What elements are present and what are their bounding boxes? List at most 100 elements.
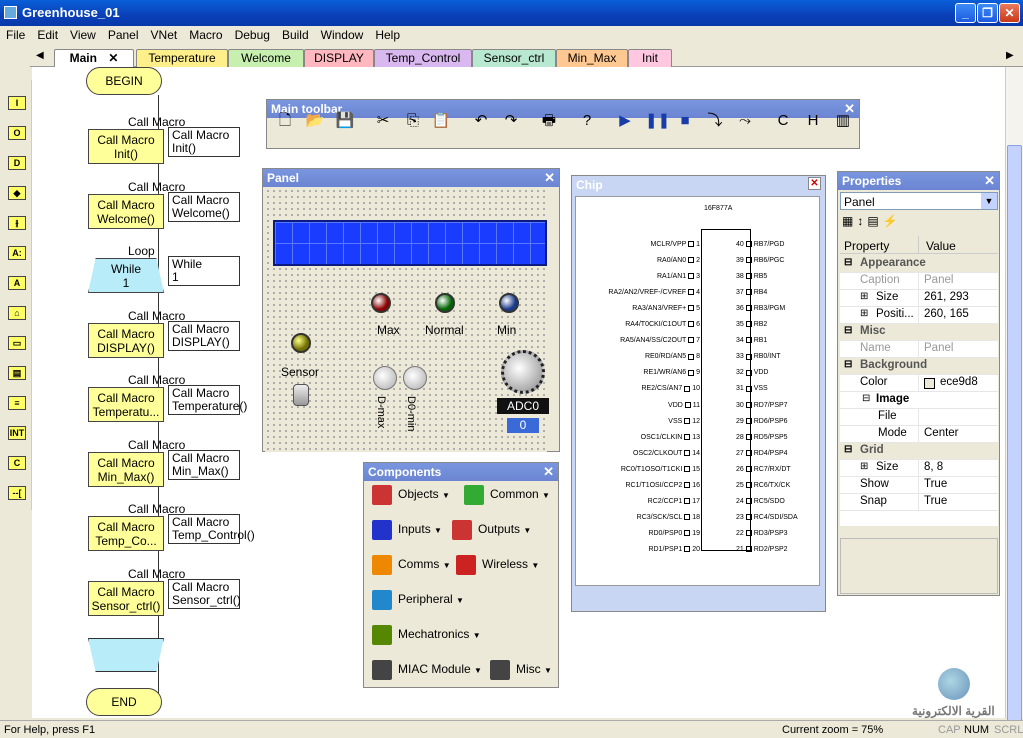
menu-debug[interactable]: Debug	[229, 26, 276, 42]
compile-to-c-icon[interactable]: C	[773, 111, 793, 131]
property-row[interactable]: Mode Center	[840, 426, 998, 443]
menu-file[interactable]: File	[0, 26, 31, 42]
connection-point-icon[interactable]: A	[8, 276, 26, 290]
call-macro-block[interactable]: Call Macro Min_Max()	[88, 451, 164, 487]
expand-icon[interactable]: ⊞	[860, 308, 868, 319]
outputs-button[interactable]: Outputs ▼	[452, 520, 531, 540]
delay-icon[interactable]: D	[8, 156, 26, 170]
tab-init[interactable]: Init	[628, 49, 672, 67]
comment-icon[interactable]: ≡	[8, 396, 26, 410]
categorized-icon[interactable]: ▦	[842, 214, 857, 228]
peripheral-button[interactable]: Peripheral ▼	[372, 590, 464, 610]
paste-icon[interactable]: 📋	[431, 111, 451, 131]
close-tab-icon[interactable]: ✕	[108, 51, 118, 65]
push-button-d0min[interactable]	[403, 366, 427, 390]
loop-block[interactable]: While 1	[88, 258, 164, 293]
pin-square[interactable]	[745, 546, 752, 553]
property-row[interactable]: ⊞ Size 8, 8	[840, 460, 998, 477]
tab-display[interactable]: DISPLAY	[304, 49, 374, 67]
cut-icon[interactable]: ✂	[373, 111, 393, 131]
pin-square[interactable]	[684, 514, 691, 520]
loop-end-block[interactable]	[88, 638, 164, 672]
pin-square[interactable]	[684, 530, 691, 537]
restore-button[interactable]: ❐	[977, 3, 998, 23]
pin-square[interactable]	[684, 417, 691, 424]
stop-icon[interactable]: ■	[675, 111, 695, 131]
close-icon[interactable]: ✕	[984, 173, 995, 189]
menu-vnet[interactable]: VNet	[145, 26, 184, 42]
pin-square[interactable]	[688, 353, 695, 360]
calc-icon[interactable]: A:	[8, 246, 26, 260]
pin-square[interactable]	[745, 385, 752, 392]
pin-square[interactable]	[745, 417, 752, 424]
mechatronics-button[interactable]: Mechatronics ▼	[372, 625, 481, 645]
pin-square[interactable]	[745, 401, 752, 408]
pin-square[interactable]	[688, 241, 695, 248]
pin-square[interactable]	[745, 449, 752, 456]
tab-welcome[interactable]: Welcome	[228, 49, 304, 67]
column-divider[interactable]	[918, 236, 919, 254]
copy-icon[interactable]: ⎘	[403, 111, 423, 131]
pin-square[interactable]	[688, 369, 695, 376]
pin-square[interactable]	[684, 497, 691, 504]
menu-build[interactable]: Build	[276, 26, 315, 42]
pin-square[interactable]	[745, 530, 752, 537]
loop-icon[interactable]: ⌂	[8, 306, 26, 320]
scrollbar-thumb[interactable]	[1007, 145, 1022, 735]
tab-temp-control[interactable]: Temp_Control	[374, 49, 472, 67]
pin-square[interactable]	[688, 321, 695, 328]
property-row[interactable]: ⊟ Grid	[840, 443, 998, 460]
pin-square[interactable]	[745, 497, 752, 504]
call-macro-block[interactable]: Call Macro Temp_Co...	[88, 516, 164, 551]
pin-square[interactable]	[745, 481, 752, 488]
property-row[interactable]: ⊟ Appearance	[840, 256, 998, 273]
pin-square[interactable]	[745, 369, 752, 376]
collapse-icon[interactable]: ⊟	[862, 393, 870, 404]
step-over-icon[interactable]: ⤳	[735, 111, 755, 131]
compile-to-hex-icon[interactable]: H	[803, 111, 823, 131]
pin-square[interactable]	[745, 514, 752, 520]
collapse-icon[interactable]: ⊟	[844, 257, 852, 268]
menu-help[interactable]: Help	[369, 26, 406, 42]
run-icon[interactable]: ▶	[615, 111, 635, 131]
comms-button[interactable]: Comms ▼	[372, 555, 451, 575]
call-macro-block[interactable]: Call Macro Init()	[88, 129, 164, 164]
output-icon[interactable]: O	[8, 126, 26, 140]
property-row[interactable]: Snap True	[840, 494, 998, 511]
property-row[interactable]: ⊟ Image	[840, 392, 998, 409]
pin-square[interactable]	[684, 401, 691, 408]
tab-main[interactable]: Main ✕	[54, 49, 134, 67]
collapse-icon[interactable]: ⊟	[844, 359, 852, 370]
chevron-down-icon[interactable]: ▼	[981, 193, 997, 209]
pin-square[interactable]	[745, 337, 752, 344]
pin-square[interactable]	[684, 465, 691, 472]
pin-square[interactable]	[688, 257, 695, 264]
macro-icon[interactable]: ▭	[8, 336, 26, 350]
property-row[interactable]: Caption Panel	[840, 273, 998, 290]
expand-icon[interactable]: ⊞	[860, 291, 868, 302]
help-icon[interactable]: ?	[577, 111, 597, 131]
pin-square[interactable]	[684, 546, 691, 553]
common-button[interactable]: Common ▼	[464, 485, 550, 505]
property-row[interactable]: ⊟ Background	[840, 358, 998, 375]
c-code-icon[interactable]: C	[8, 456, 26, 470]
open-folder-icon[interactable]: 📂	[305, 111, 325, 131]
decision-icon[interactable]: ◆	[8, 186, 26, 200]
call-macro-block[interactable]: Call Macro Welcome()	[88, 193, 164, 229]
close-icon[interactable]: ✕	[543, 464, 554, 480]
menu-window[interactable]: Window	[315, 26, 370, 42]
misc-button[interactable]: Misc ▼	[490, 660, 552, 680]
pin-square[interactable]	[745, 241, 752, 248]
pin-square[interactable]	[745, 433, 752, 440]
toggle-switch[interactable]	[293, 384, 309, 406]
redo-icon[interactable]: ↷	[501, 111, 521, 131]
panel-surface[interactable]: Max Normal Min Sensor D-max D0-min ADC0 …	[265, 188, 549, 452]
inputs-button[interactable]: Inputs ▼	[372, 520, 442, 540]
tab-scroll-right-icon[interactable]: ▶	[1006, 50, 1014, 61]
expand-icon[interactable]: ⊞	[860, 461, 868, 472]
collapse-icon[interactable]: ⊟	[844, 325, 852, 336]
undo-icon[interactable]: ↶	[471, 111, 491, 131]
save-icon[interactable]: 💾	[335, 111, 355, 131]
property-row[interactable]: Color ece9d8	[840, 375, 998, 392]
pin-square[interactable]	[745, 273, 752, 280]
